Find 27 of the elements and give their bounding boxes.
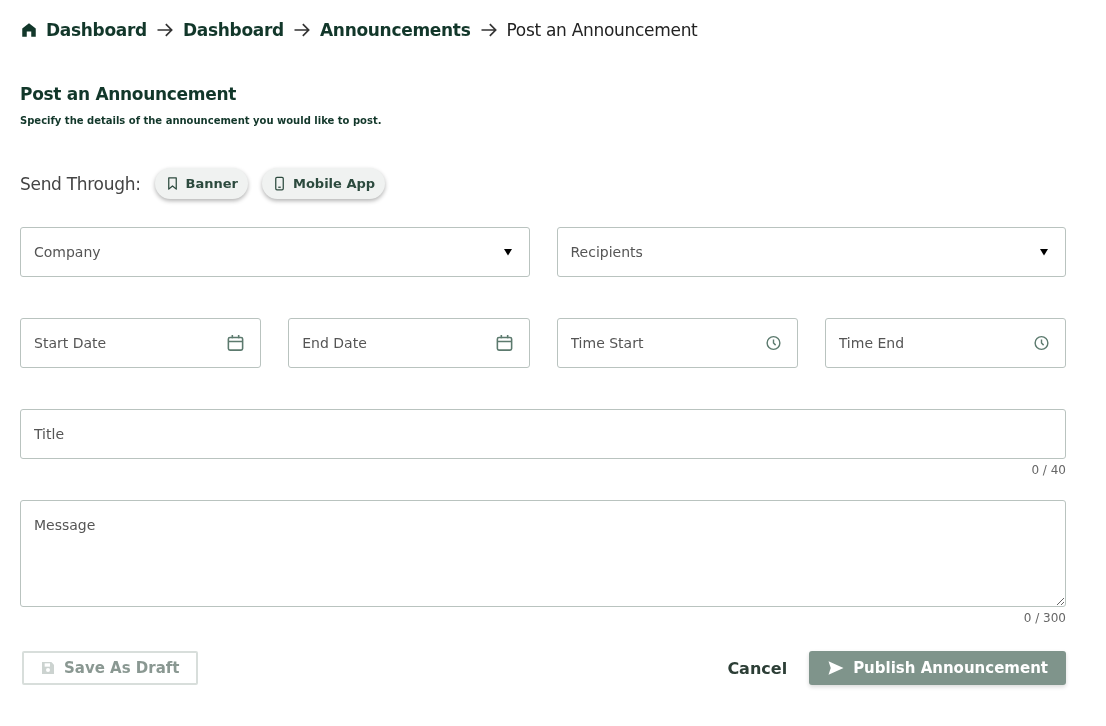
dropdown-field[interactable]: Company xyxy=(20,227,530,277)
date-field[interactable]: End Date xyxy=(288,318,530,368)
title-field[interactable]: Title xyxy=(20,409,1066,459)
message-field[interactable]: Message xyxy=(20,500,1066,607)
send-through-label: Send Through: xyxy=(20,173,141,194)
page-heading: Post an Announcement xyxy=(20,84,238,106)
time-field[interactable]: Time Start xyxy=(556,318,798,368)
date-field[interactable]: Start Date xyxy=(20,318,262,368)
time-field[interactable]: Time End xyxy=(824,318,1066,368)
breadcrumb-link[interactable]: Dashboard xyxy=(46,20,147,40)
clock-icon xyxy=(1033,334,1050,352)
character-counter: 0 / 40 xyxy=(1031,463,1066,477)
cancel-button[interactable]: Cancel xyxy=(727,658,788,678)
calendar-icon xyxy=(494,333,514,353)
channel-chip[interactable]: Banner xyxy=(154,168,248,199)
breadcrumb-link[interactable]: Dashboard xyxy=(183,20,284,40)
phone-icon xyxy=(272,176,287,191)
breadcrumb-link[interactable]: Announcements xyxy=(319,20,471,40)
character-counter: 0 / 300 xyxy=(1023,611,1066,625)
dropdown-field[interactable]: Recipients xyxy=(556,227,1066,277)
page-subtitle: Specify the details of the announcement you would like to post. xyxy=(20,115,383,126)
clock-icon xyxy=(764,334,782,352)
save-icon xyxy=(40,660,56,676)
channel-chip[interactable]: Mobile App xyxy=(262,168,386,199)
calendar-icon xyxy=(226,333,246,353)
caret-icon xyxy=(1038,246,1050,258)
caret-icon xyxy=(501,246,514,258)
